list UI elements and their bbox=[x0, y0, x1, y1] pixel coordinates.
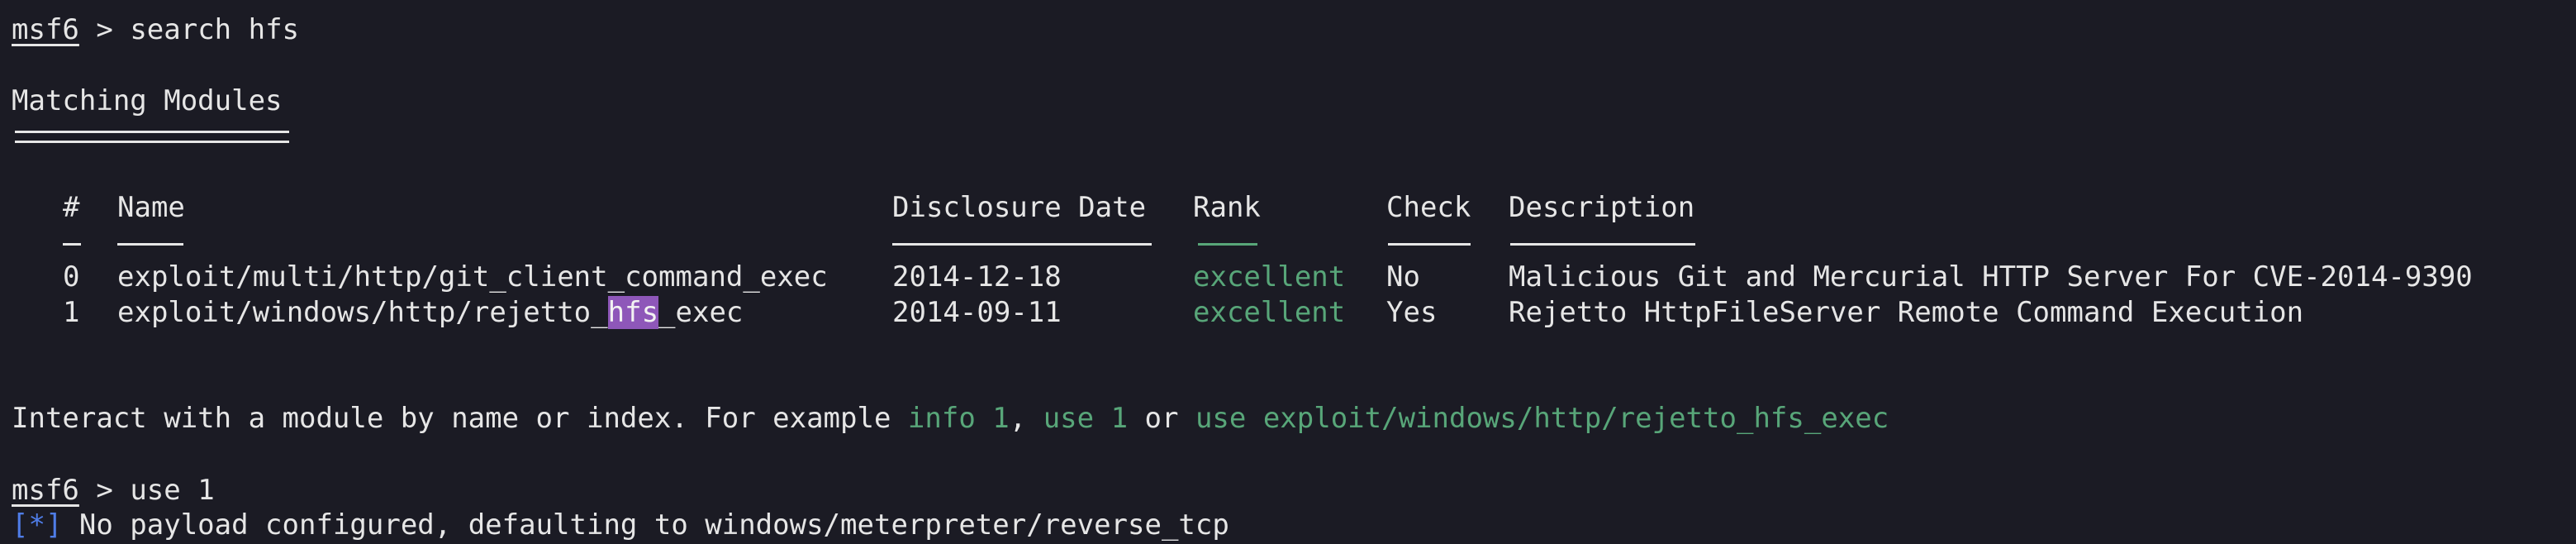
row-1-rank: excellent bbox=[1193, 296, 1346, 329]
col-header-check: Check bbox=[1386, 191, 1471, 224]
col-underline-rank bbox=[1198, 243, 1257, 246]
row-0-name: exploit/multi/http/git_client_command_ex… bbox=[117, 260, 828, 294]
msf-prompt-label: msf6 bbox=[12, 13, 79, 46]
col-underline-date bbox=[892, 243, 1152, 246]
hint-info-cmd: info 1 bbox=[907, 402, 1010, 435]
msf-prompt-label: msf6 bbox=[12, 474, 79, 507]
row-1-description: Rejetto HttpFileServer Remote Command Ex… bbox=[1509, 296, 2304, 329]
row-0-rank: excellent bbox=[1193, 260, 1346, 293]
hint-or: or bbox=[1128, 402, 1195, 435]
col-underline-index bbox=[63, 243, 81, 246]
row-0-index: 0 bbox=[63, 260, 80, 293]
col-underline-description bbox=[1510, 243, 1695, 246]
row-1-name-prefix: exploit/windows/http/rejetto_ bbox=[117, 296, 608, 329]
row-1-index: 1 bbox=[63, 296, 80, 329]
row-1-name: exploit/windows/http/rejetto_hfs_exec bbox=[117, 295, 743, 330]
section-title-underline bbox=[15, 131, 289, 143]
row-0-date: 2014-12-18 bbox=[892, 260, 1062, 293]
col-header-index: # bbox=[63, 191, 80, 224]
hint-use-name-cmd: use exploit/windows/http/rejetto_hfs_exe… bbox=[1195, 402, 1889, 435]
hint-line: Interact with a module by name or index.… bbox=[12, 401, 1889, 436]
row-0-check: No bbox=[1386, 260, 1420, 293]
col-header-name: Name bbox=[117, 191, 185, 224]
status-text: No payload configured, defaulting to win… bbox=[62, 508, 1229, 542]
hint-comma: , bbox=[1009, 402, 1043, 435]
prompt-separator: > bbox=[78, 474, 131, 507]
prompt-line-2: msf6 > use 1 bbox=[12, 473, 215, 508]
hint-use-index-cmd: use 1 bbox=[1043, 402, 1129, 435]
col-underline-name bbox=[117, 243, 183, 246]
row-1-name-suffix: _exec bbox=[658, 296, 744, 329]
command-text: search hfs bbox=[130, 13, 300, 46]
row-1-date: 2014-09-11 bbox=[892, 296, 1062, 329]
row-0-description: Malicious Git and Mercurial HTTP Server … bbox=[1509, 260, 2473, 293]
command-text: use 1 bbox=[130, 474, 215, 507]
prompt-separator: > bbox=[78, 13, 131, 46]
section-title: Matching Modules bbox=[12, 84, 283, 117]
prompt-line-1: msf6 > search hfs bbox=[12, 12, 299, 47]
row-0-name-text: exploit/multi/http/git_client_command_ex… bbox=[117, 260, 828, 293]
info-marker-icon: [*] bbox=[12, 508, 63, 542]
col-header-date: Disclosure Date bbox=[892, 191, 1147, 224]
col-header-rank: Rank bbox=[1193, 191, 1261, 224]
col-header-description: Description bbox=[1509, 191, 1695, 224]
col-underline-check bbox=[1388, 243, 1471, 246]
search-match-highlight: hfs bbox=[607, 296, 659, 329]
row-1-check: Yes bbox=[1386, 296, 1438, 329]
hint-text: Interact with a module by name or index.… bbox=[12, 402, 908, 435]
status-line: [*] No payload configured, defaulting to… bbox=[12, 508, 1229, 542]
